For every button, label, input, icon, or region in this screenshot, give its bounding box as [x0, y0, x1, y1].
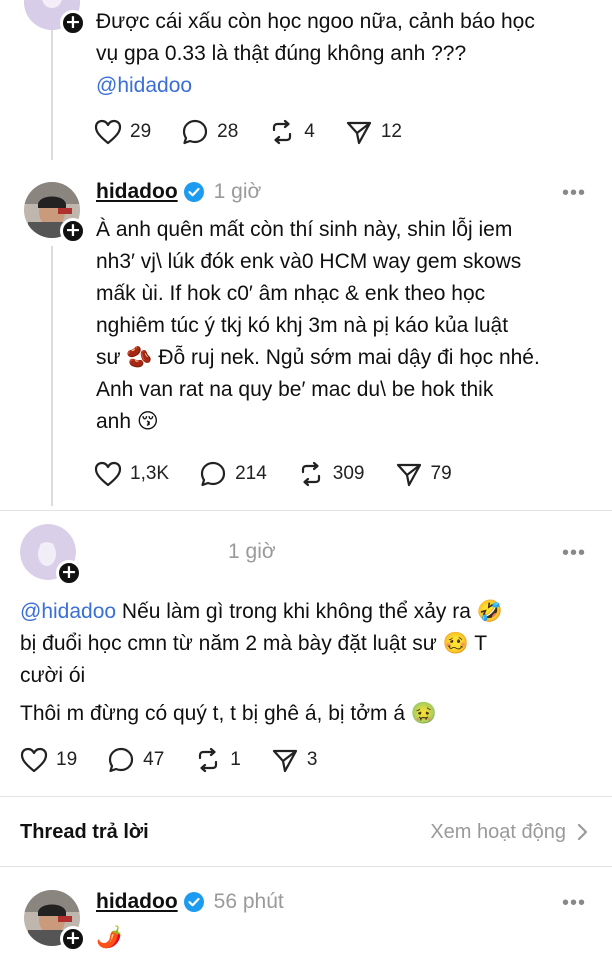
post-4-text: 🌶️ — [96, 922, 596, 954]
share-button[interactable]: 12 — [345, 118, 402, 146]
share-button[interactable]: 79 — [395, 460, 452, 488]
verified-icon — [183, 182, 204, 202]
view-activity-label: Xem hoạt động — [430, 820, 566, 843]
more-icon[interactable]: ••• — [562, 182, 586, 205]
post-2-text: À anh quên mất còn thí sinh này, shin lỗ… — [96, 214, 596, 438]
text-line: @hidadoo Nếu làm gì trong khi không thể … — [20, 596, 600, 628]
like-button[interactable]: 1,3K — [94, 461, 169, 487]
more-icon[interactable]: ••• — [562, 542, 586, 565]
avatar-post-2[interactable]: + — [24, 182, 86, 244]
view-activity-link[interactable]: Xem hoạt động — [430, 821, 592, 844]
more-icon[interactable]: ••• — [562, 892, 586, 915]
share-icon — [396, 463, 421, 487]
comment-icon — [183, 119, 208, 145]
post-2-actions: 1,3K 214 309 79 — [94, 460, 482, 488]
chevron-right-icon — [577, 823, 588, 841]
follow-plus-icon[interactable]: + — [60, 926, 86, 952]
verified-icon — [183, 892, 204, 912]
like-count: 19 — [56, 749, 78, 770]
post-3-actions: 19 47 1 3 — [20, 746, 347, 774]
text-line: 🌶️ — [96, 926, 123, 949]
avatar-post-4[interactable]: + — [24, 890, 86, 952]
post-1-actions: 29 28 4 12 — [94, 118, 432, 146]
comment-count: 214 — [235, 463, 267, 484]
text-line: bị đuổi học cmn từ năm 2 mà bày đặt luật… — [20, 632, 488, 655]
repost-button[interactable]: 309 — [297, 460, 365, 488]
post-3-text: @hidadoo Nếu làm gì trong khi không thể … — [20, 596, 600, 730]
thread-replies-bar: Thread trả lời Xem hoạt động — [0, 797, 612, 867]
repost-count: 309 — [332, 463, 365, 484]
repost-button[interactable]: 4 — [268, 118, 315, 146]
like-count: 1,3K — [130, 463, 170, 484]
share-button[interactable]: 3 — [271, 746, 318, 774]
repost-count: 4 — [304, 121, 315, 142]
text-line: sư 🫘 Đỗ ruj nek. Ngủ sớm mai dậy đi học … — [96, 346, 540, 369]
share-icon — [346, 121, 371, 145]
comment-button[interactable]: 28 — [181, 118, 238, 146]
thread-line — [51, 30, 53, 160]
post-1-text: Được cái xấu còn học ngoo nữa, cảnh báo … — [96, 6, 596, 102]
comment-icon — [109, 747, 134, 773]
follow-plus-icon[interactable]: + — [60, 218, 86, 244]
repost-button[interactable]: 1 — [194, 746, 241, 774]
text-line: Thôi m đừng có quý t, t bị ghê á, bị tởm… — [20, 702, 437, 725]
reply-bar-title: Thread trả lời — [20, 820, 149, 843]
text-line: nh3′ vj\ lúk đók enk và0 HCM way gem sko… — [96, 250, 522, 273]
comment-icon — [200, 461, 226, 487]
text-line: vụ gpa 0.33 là thật đúng không anh ??? — [96, 42, 467, 65]
comment-count: 47 — [143, 749, 165, 770]
avatar-post-1[interactable]: + — [24, 0, 86, 36]
timestamp: 56 phút — [213, 890, 284, 913]
follow-plus-icon[interactable]: + — [56, 560, 82, 586]
avatar-post-3[interactable]: + — [20, 524, 82, 586]
text-line: mấk ùi. If hok c0′ âm nhạc & enk theo họ… — [96, 282, 486, 305]
divider — [0, 510, 612, 511]
heart-icon — [20, 747, 48, 773]
repost-icon — [273, 119, 292, 145]
comment-button[interactable]: 214 — [199, 460, 267, 488]
share-icon — [272, 749, 297, 773]
comment-count: 28 — [217, 121, 239, 142]
heart-icon — [94, 119, 122, 145]
mention-link[interactable]: @hidadoo — [96, 70, 596, 102]
thread-line — [51, 246, 53, 506]
mention-link[interactable]: @hidadoo — [20, 600, 116, 623]
repost-icon — [301, 461, 320, 487]
divider — [0, 866, 612, 867]
username[interactable]: hidadoo — [96, 890, 178, 914]
like-button[interactable]: 29 — [94, 119, 151, 145]
text-line: Được cái xấu còn học ngoo nữa, cảnh báo … — [96, 10, 535, 33]
like-count: 29 — [130, 121, 152, 142]
username[interactable]: hidadoo — [96, 180, 178, 204]
text-line: cười ói — [20, 664, 86, 687]
post-2-header: hidadoo 1 giờ — [96, 180, 261, 204]
text-line: Anh van rat na quy be′ mac du\ be hok th… — [96, 378, 494, 401]
text-line: anh 😚 — [96, 410, 159, 433]
post-3-header: 1 giờ — [228, 540, 276, 564]
post-4-header: hidadoo 56 phút — [96, 890, 284, 914]
comment-button[interactable]: 47 — [107, 746, 164, 774]
follow-plus-icon[interactable]: + — [60, 10, 86, 36]
text-line: nghiêm túc ý tkj kó khj 3m nà pị káo kủa… — [96, 314, 509, 337]
repost-icon — [199, 747, 218, 773]
like-button[interactable]: 19 — [20, 747, 77, 773]
share-count: 12 — [380, 121, 402, 142]
timestamp: 1 giờ — [213, 180, 262, 203]
share-count: 79 — [430, 463, 452, 484]
text-line: À anh quên mất còn thí sinh này, shin lỗ… — [96, 218, 513, 241]
text-segment: Nếu làm gì trong khi không thể xảy ra 🤣 — [116, 600, 503, 623]
repost-count: 1 — [230, 749, 241, 770]
share-count: 3 — [306, 749, 318, 770]
heart-icon — [94, 461, 122, 487]
timestamp: 1 giờ — [228, 540, 276, 563]
